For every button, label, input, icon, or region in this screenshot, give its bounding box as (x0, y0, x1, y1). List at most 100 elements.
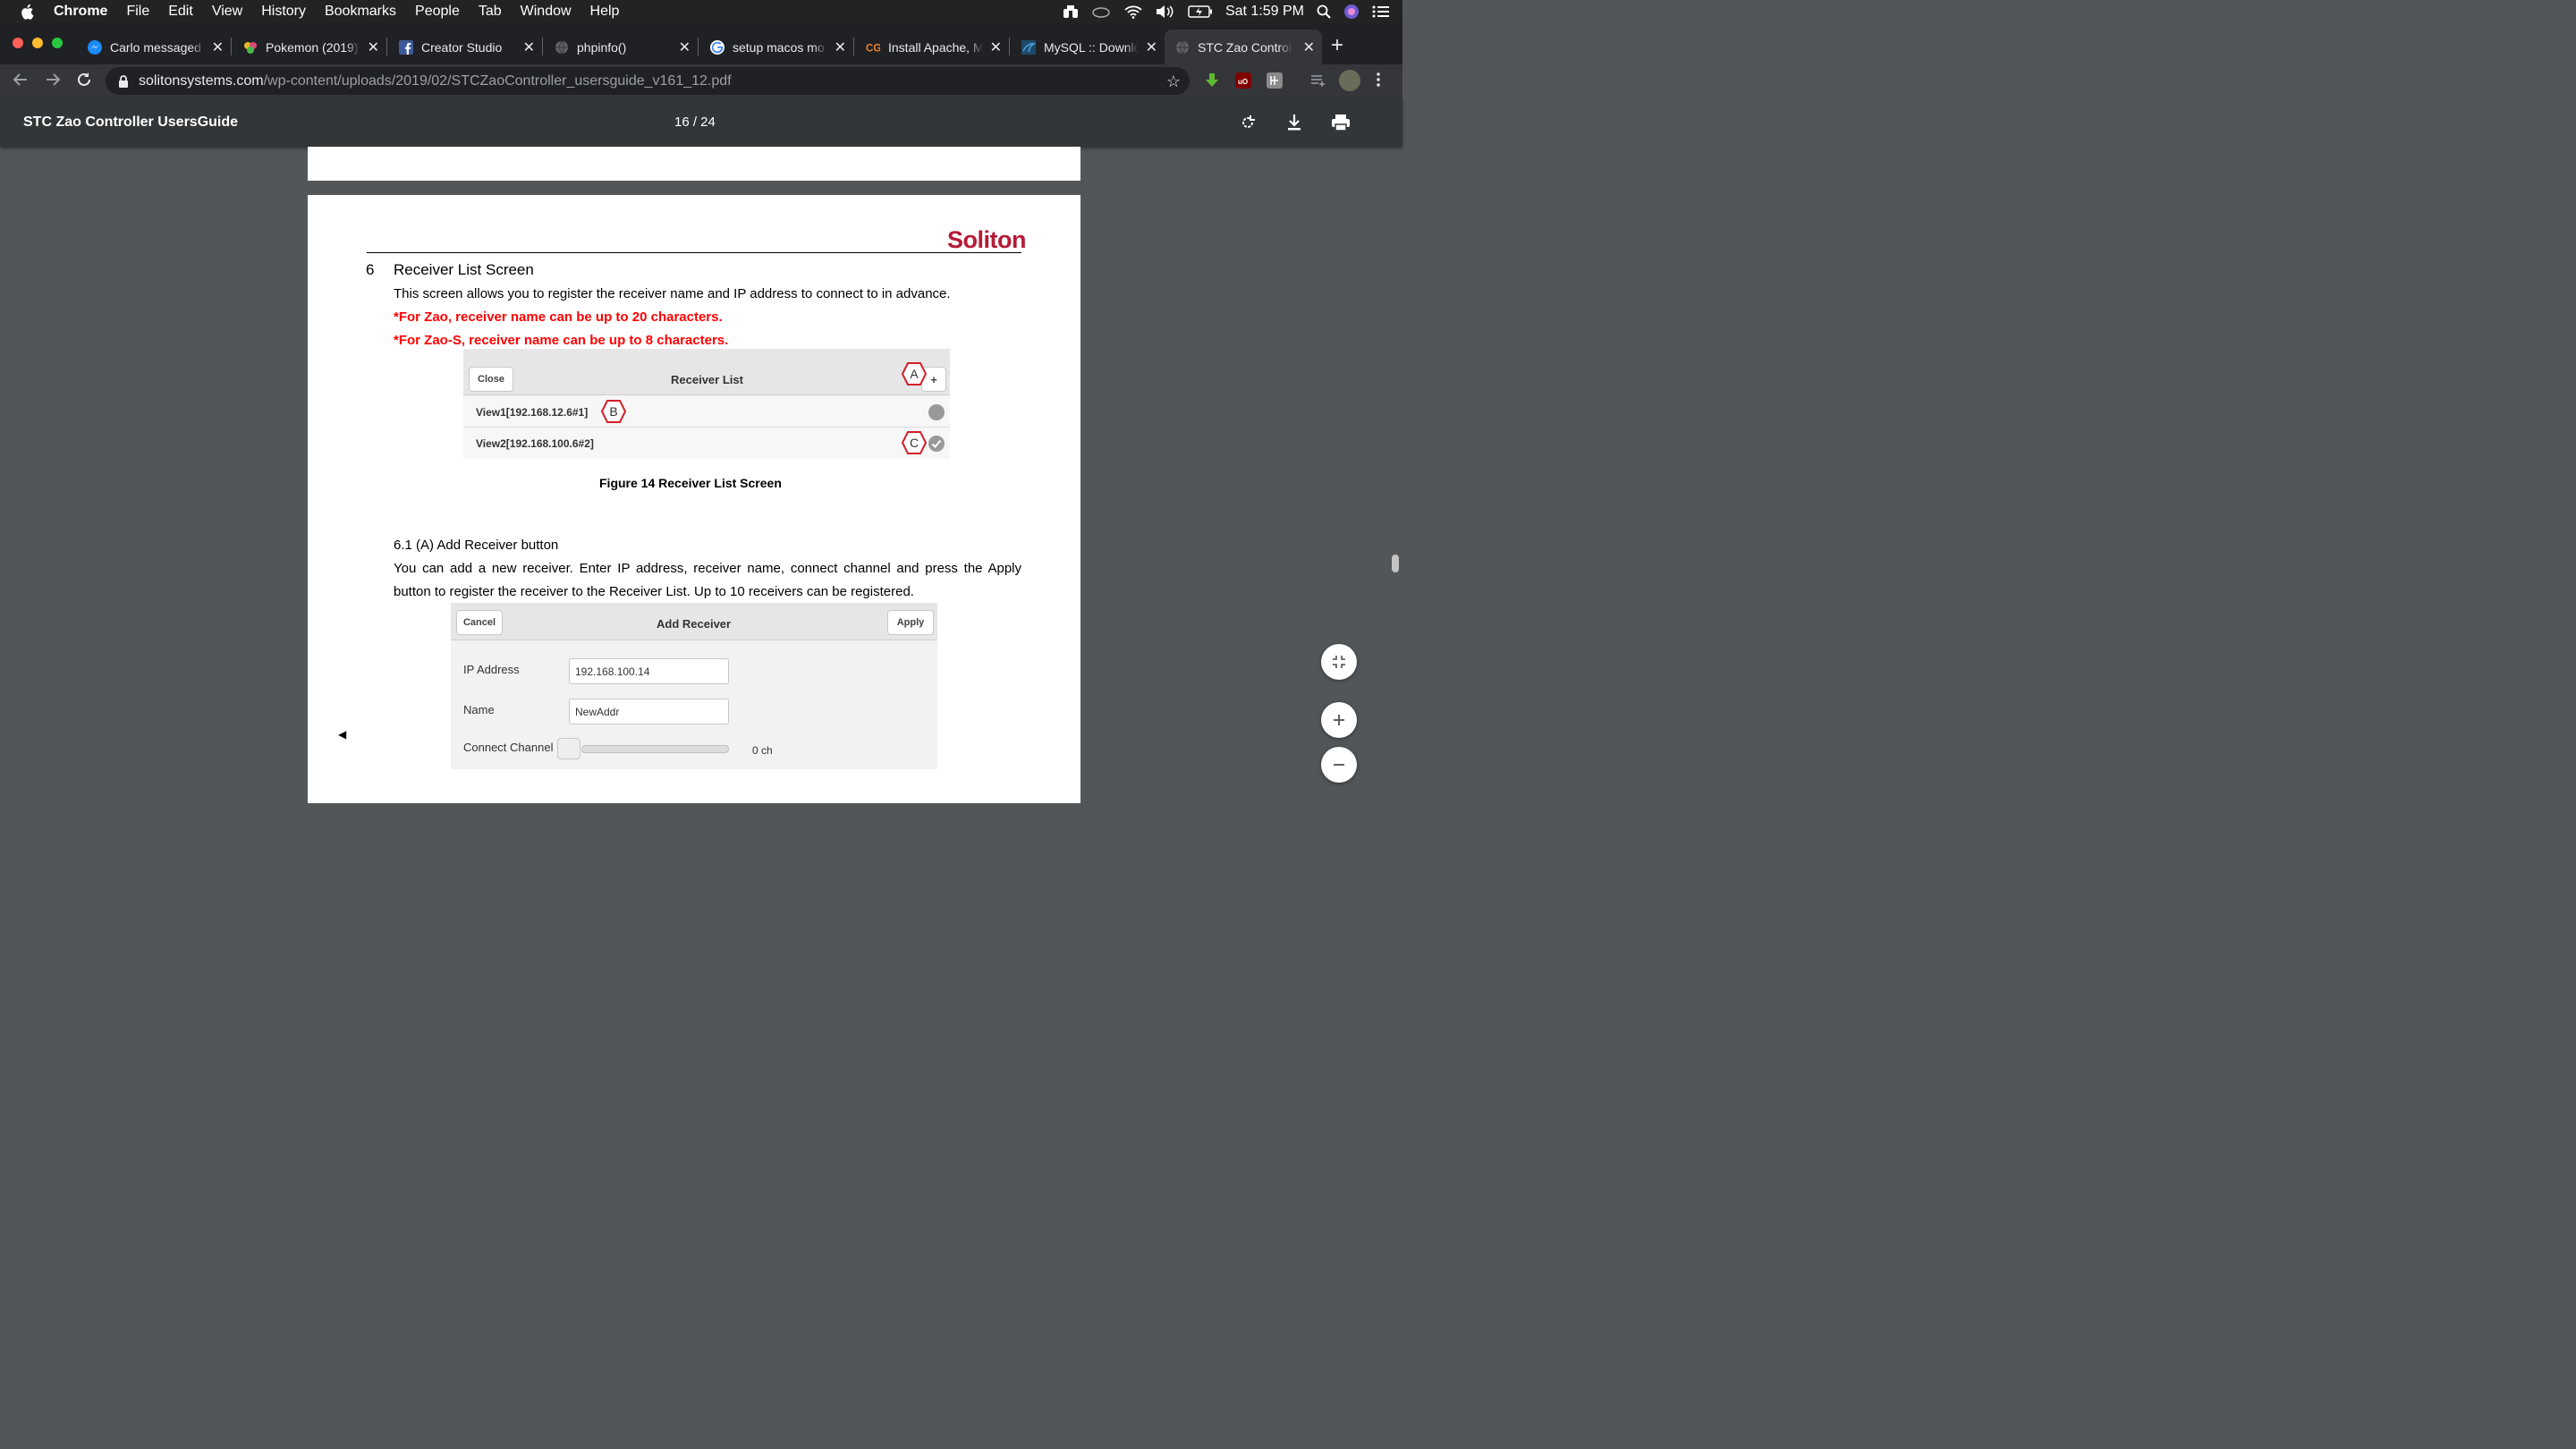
spotlight-search-icon[interactable] (1317, 4, 1331, 19)
tab-phpinfo[interactable]: phpinfo() ✕ (547, 30, 698, 64)
tab-close-icon[interactable]: ✕ (1146, 38, 1157, 56)
fit-to-page-button[interactable] (1321, 644, 1357, 680)
siri-icon[interactable] (1343, 4, 1360, 20)
menu-history[interactable]: History (261, 4, 306, 20)
notification-center-icon[interactable] (1372, 5, 1390, 18)
tab-stc-zao-controller[interactable]: STC Zao Control ✕ (1165, 30, 1322, 64)
tab-close-icon[interactable]: ✕ (679, 38, 691, 56)
pdf-viewer-toolbar: STC Zao Controller UsersGuide 16 / 24 (0, 98, 1402, 147)
tab-close-icon[interactable]: ✕ (368, 38, 379, 56)
tab-google-search[interactable]: setup macos mo ✕ (703, 30, 853, 64)
callout-b: B (601, 400, 626, 423)
cloud-icon[interactable] (1091, 5, 1111, 18)
tab-close-icon[interactable]: ✕ (990, 38, 1002, 56)
pokemon-icon (243, 40, 258, 55)
address-bar[interactable]: solitonsystems.com/wp-content/uploads/20… (106, 67, 1190, 95)
menu-view[interactable]: View (212, 4, 242, 20)
figure-add-receiver: Cancel Add Receiver Apply IP Address 192… (451, 603, 937, 769)
callout-c: C (902, 431, 927, 454)
menu-clock[interactable]: Sat 1:59 PM (1225, 4, 1304, 20)
apple-icon[interactable] (20, 4, 39, 20)
tab-separator (1009, 38, 1010, 55)
tab-separator (698, 38, 699, 55)
intro-paragraph: This screen allows you to register the r… (394, 286, 951, 301)
battery-icon[interactable] (1188, 4, 1213, 18)
chrome-menu-icon[interactable] (1376, 72, 1381, 93)
tab-install-apache[interactable]: CG Install Apache, M ✕ (859, 30, 1009, 64)
menu-tab[interactable]: Tab (479, 4, 502, 20)
callout-label: A (910, 367, 919, 381)
forward-arrow-icon[interactable] (45, 72, 61, 93)
reading-list-icon[interactable] (1309, 72, 1326, 89)
tab-separator (853, 38, 854, 55)
mysql-icon (1021, 39, 1036, 55)
binoculars-icon[interactable] (1063, 4, 1079, 19)
print-icon[interactable] (1331, 113, 1351, 132)
download-extension-icon[interactable] (1204, 72, 1220, 89)
zoom-in-button[interactable] (1321, 702, 1357, 738)
apply-button: Apply (887, 610, 934, 635)
download-icon[interactable] (1284, 113, 1304, 132)
checkmark-icon (928, 436, 945, 456)
rotate-icon[interactable] (1238, 113, 1258, 132)
tab-close-icon[interactable]: ✕ (1303, 38, 1315, 56)
channel-slider-knob (557, 738, 580, 759)
tab-close-icon[interactable]: ✕ (212, 38, 224, 56)
tab-close-icon[interactable]: ✕ (523, 38, 535, 56)
menu-file[interactable]: File (126, 4, 149, 20)
window-zoom-button[interactable] (52, 38, 63, 48)
figure-receiver-list: Close Receiver List + A View1[192.168.12… (463, 349, 950, 459)
tab-separator (542, 38, 543, 55)
pdf-page-indicator[interactable]: 16 / 24 (674, 114, 716, 130)
note-zao-s: *For Zao-S, receiver name can be up to 8… (394, 333, 729, 348)
menu-window[interactable]: Window (521, 4, 572, 20)
menu-edit[interactable]: Edit (168, 4, 193, 20)
lock-icon[interactable] (118, 74, 129, 88)
reload-icon[interactable] (76, 72, 92, 93)
new-tab-icon[interactable]: + (1331, 33, 1343, 58)
soliton-logo: Soliton (947, 226, 1026, 253)
name-label: Name (463, 703, 495, 716)
window-close-button[interactable] (13, 38, 23, 48)
kanji-extension-icon[interactable] (1267, 72, 1283, 89)
connect-channel-label: Connect Channel (463, 741, 554, 754)
pdf-page-previous (308, 147, 1080, 181)
tab-pokemon[interactable]: Pokemon (2019) ✕ (236, 30, 386, 64)
tab-messenger[interactable]: Carlo messaged ✕ (80, 30, 231, 64)
tab-mysql[interactable]: MySQL :: Downlo ✕ (1014, 30, 1165, 64)
callout-a: A (902, 362, 927, 386)
profile-avatar[interactable] (1339, 70, 1360, 91)
subsection-paragraph-line1: You can add a new receiver. Enter IP add… (394, 561, 1021, 576)
figure-header: Cancel Add Receiver Apply (451, 603, 937, 640)
receiver-row-label: View1[192.168.12.6#1] (476, 406, 589, 419)
figure-14-caption: Figure 14 Receiver List Screen (599, 476, 782, 490)
receiver-list-title: Receiver List (671, 373, 743, 386)
ublock-origin-icon[interactable]: uO (1235, 72, 1251, 89)
tab-separator (231, 38, 232, 55)
tab-creator-studio[interactable]: Creator Studio ✕ (392, 30, 542, 64)
tab-close-icon[interactable]: ✕ (835, 38, 846, 56)
scrollbar-thumb[interactable] (1392, 555, 1399, 572)
wifi-icon[interactable] (1123, 4, 1143, 19)
google-icon (710, 39, 724, 55)
tab-title: Pokemon (2019) (266, 39, 359, 55)
svg-text:uO: uO (1238, 78, 1248, 86)
cg-icon: CG (866, 40, 880, 55)
page-left-arrow-icon: ◀ (338, 728, 347, 741)
menu-app-name[interactable]: Chrome (54, 4, 107, 20)
menu-help[interactable]: Help (590, 4, 620, 20)
header-rule (367, 252, 1021, 253)
menu-people[interactable]: People (415, 4, 460, 20)
figure-header: Close Receiver List + A (463, 349, 950, 395)
zoom-out-button[interactable] (1321, 747, 1357, 783)
volume-icon[interactable] (1156, 4, 1175, 19)
tab-title: STC Zao Control (1198, 39, 1292, 55)
bookmark-star-icon[interactable]: ☆ (1166, 72, 1181, 91)
fit-page-icon (1333, 656, 1345, 668)
messenger-icon (88, 39, 102, 55)
back-arrow-icon[interactable] (13, 72, 29, 93)
note-zao: *For Zao, receiver name can be up to 20 … (394, 309, 723, 325)
window-minimize-button[interactable] (32, 38, 43, 48)
menu-bookmarks[interactable]: Bookmarks (325, 4, 396, 20)
url-text[interactable]: solitonsystems.com/wp-content/uploads/20… (139, 73, 732, 89)
